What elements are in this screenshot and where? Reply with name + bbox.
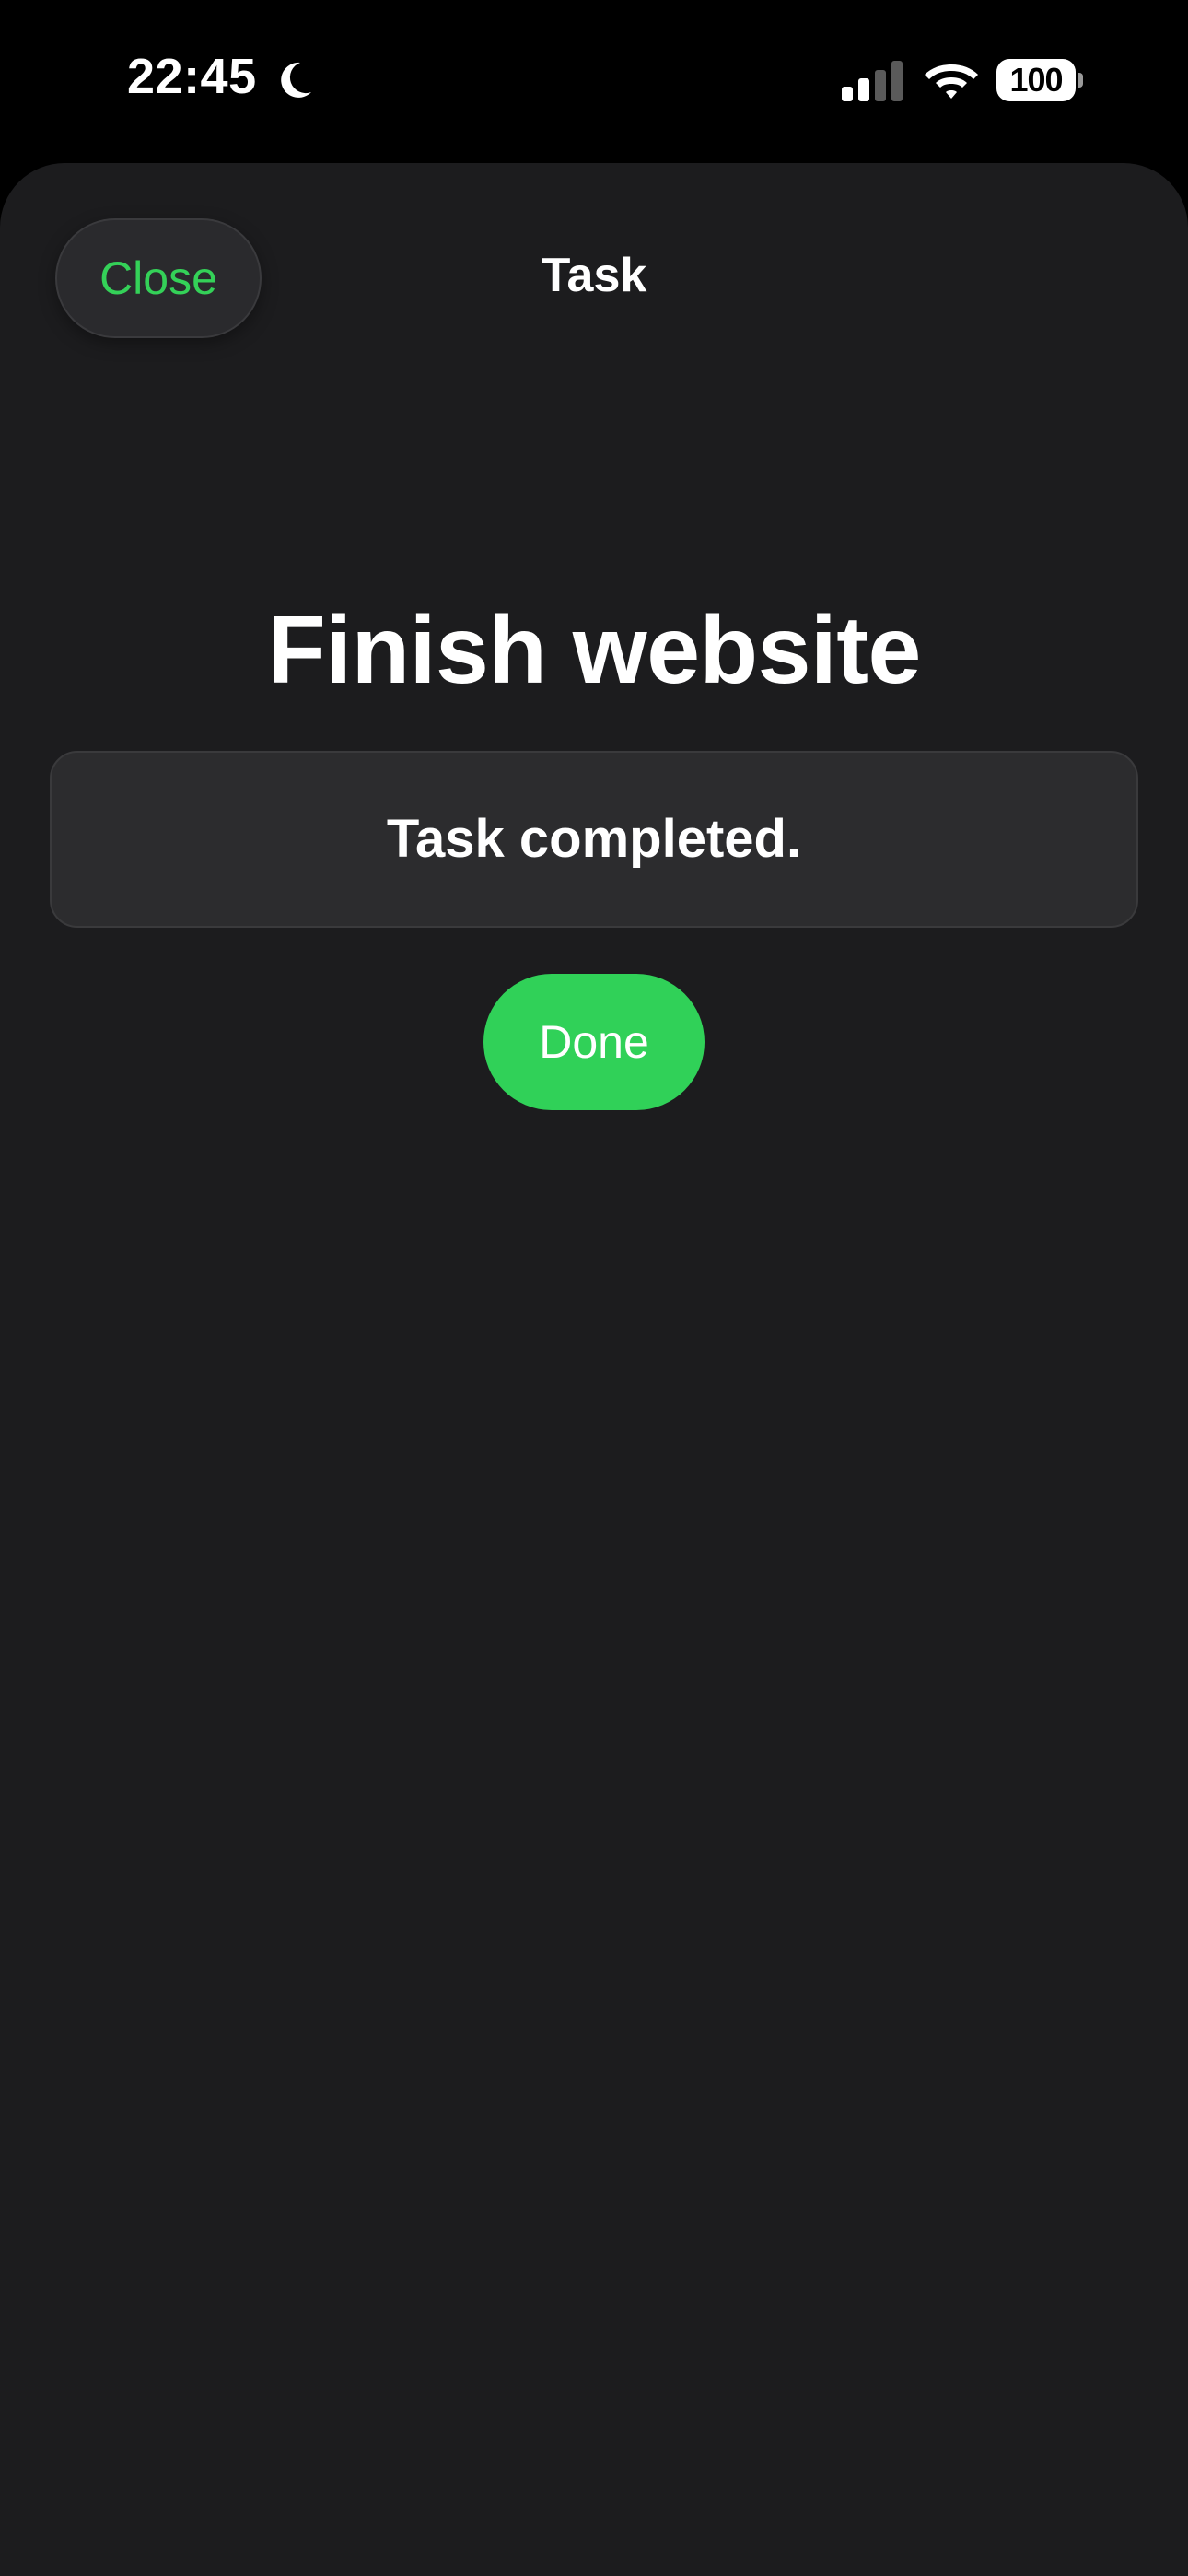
battery-icon: 100 <box>996 59 1083 101</box>
nav-title: Task <box>541 249 647 302</box>
done-button[interactable]: Done <box>483 974 705 1110</box>
status-time: 22:45 <box>127 49 257 104</box>
task-status-message: Task completed. <box>50 751 1138 928</box>
battery-nub <box>1078 73 1083 88</box>
moon-icon <box>281 62 311 98</box>
task-sheet: Close Task Finish website Task completed… <box>0 163 1188 2576</box>
battery-level: 100 <box>1009 61 1063 99</box>
task-title: Finish website <box>267 597 921 704</box>
wifi-icon <box>925 64 978 99</box>
status-bar: 22:45 100 <box>0 0 1188 161</box>
cellular-signal-icon <box>842 61 903 101</box>
